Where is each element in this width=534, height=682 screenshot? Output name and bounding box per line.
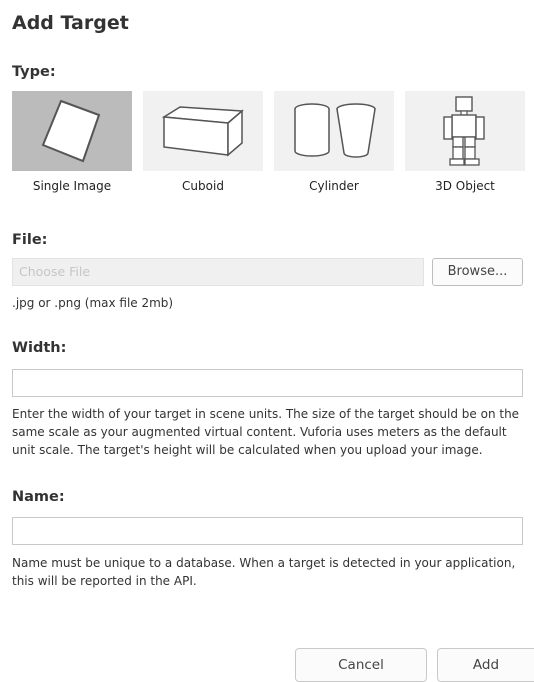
- type-option-single-image[interactable]: [12, 91, 132, 171]
- 3d-object-icon: [440, 94, 490, 168]
- width-input[interactable]: [12, 369, 523, 397]
- file-hint: .jpg or .png (max file 2mb): [12, 296, 174, 310]
- type-option-label: Single Image: [32, 179, 112, 193]
- file-label: File:: [12, 232, 48, 248]
- cylinder-icon: [288, 99, 380, 163]
- name-help-line: this will be reported in the API.: [12, 574, 197, 588]
- name-input[interactable]: [12, 517, 523, 545]
- add-button[interactable]: Add: [437, 648, 534, 682]
- width-help-text: Enter the width of your target in scene …: [12, 405, 534, 459]
- type-label: Type:: [12, 64, 56, 80]
- name-help-line: Name must be unique to a database. When …: [12, 556, 516, 570]
- width-help-line: unit scale. The target's height will be …: [12, 443, 483, 457]
- single-image-icon: [37, 95, 107, 167]
- type-option-cylinder[interactable]: [274, 91, 394, 171]
- width-help-line: same scale as your augmented virtual con…: [12, 425, 507, 439]
- width-label: Width:: [12, 340, 67, 356]
- dialog-title: Add Target: [12, 12, 129, 34]
- cuboid-icon: [158, 101, 248, 161]
- type-option-label: Cuboid: [182, 179, 224, 193]
- width-help-line: Enter the width of your target in scene …: [12, 407, 520, 421]
- type-option-cuboid[interactable]: [143, 91, 263, 171]
- type-option-label: Cylinder: [309, 179, 359, 193]
- browse-button[interactable]: Browse...: [432, 258, 523, 286]
- type-option-3d-object[interactable]: [405, 91, 525, 171]
- type-option-label: 3D Object: [435, 179, 495, 193]
- name-help-text: Name must be unique to a database. When …: [12, 554, 534, 590]
- name-label: Name:: [12, 489, 65, 505]
- file-input[interactable]: Choose File: [12, 258, 424, 286]
- cancel-button[interactable]: Cancel: [295, 648, 427, 682]
